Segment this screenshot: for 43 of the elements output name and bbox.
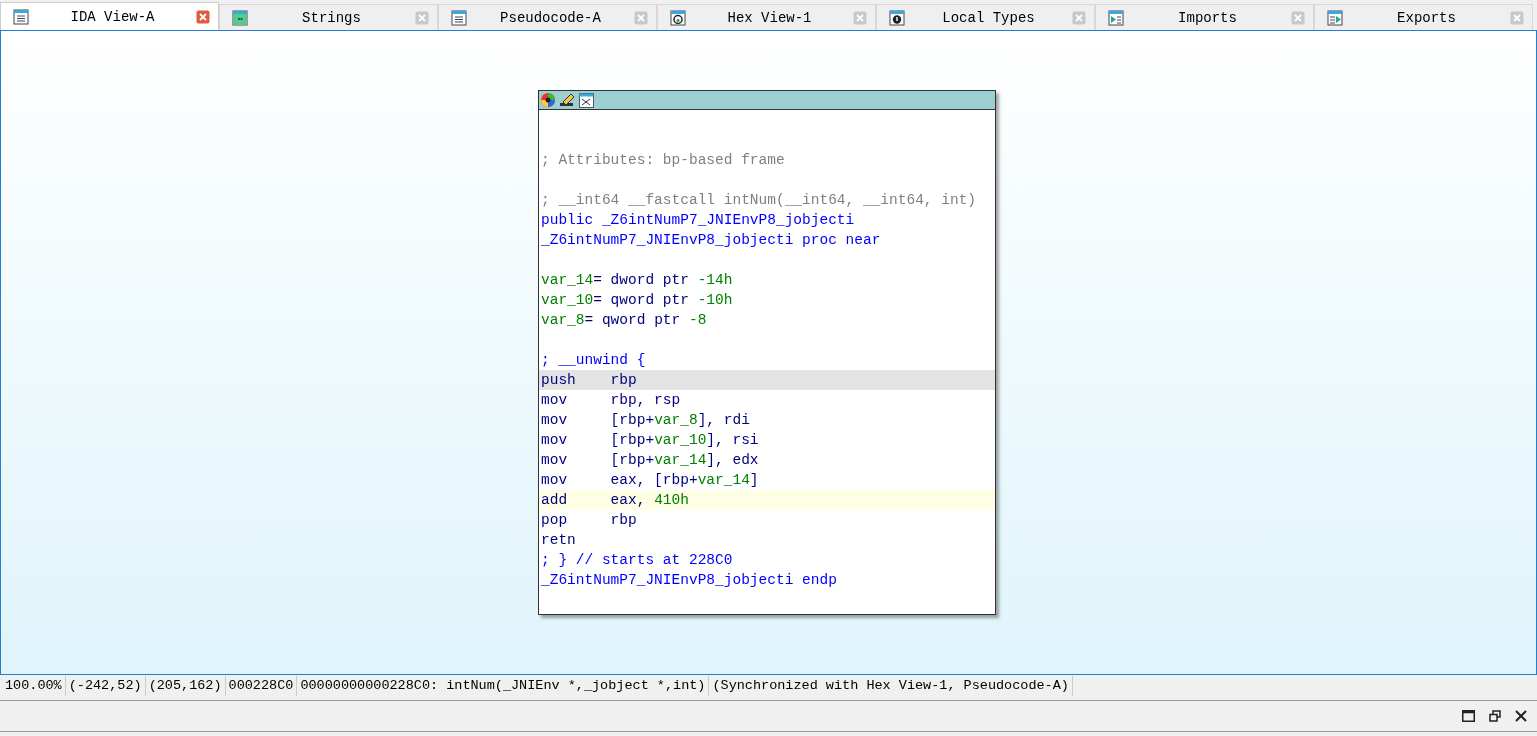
- export-icon: [1327, 9, 1343, 26]
- code-line: var_8= qword ptr -8: [540, 311, 708, 330]
- code-line: mov [rbp+var_10], rsi: [540, 431, 760, 450]
- color-wheel-icon[interactable]: [540, 92, 556, 108]
- status-field: (205,162): [145, 676, 226, 696]
- code-line: var_10= qword ptr -10h: [540, 291, 734, 310]
- code-line: pop rbp: [540, 511, 638, 530]
- hex-icon: [670, 9, 686, 26]
- status-field: (Synchronized with Hex View-1, Pseudocode-A): [709, 676, 1073, 696]
- code-line: ; } // starts at 228C0: [540, 551, 734, 570]
- close-icon[interactable]: [1515, 710, 1527, 722]
- code-line: _Z6intNumP7_JNIEnvP8_jobjecti endp: [540, 571, 838, 590]
- code-line: ; Attributes: bp-based frame: [540, 151, 786, 170]
- status-field: 000228C0: [225, 676, 298, 696]
- restore-icon[interactable]: [1489, 710, 1501, 722]
- code-line: mov rbp, rsp: [540, 391, 682, 410]
- tab[interactable]: Strings: [219, 4, 438, 30]
- tab[interactable]: Local Types: [876, 4, 1095, 30]
- code-line: ; __unwind {: [540, 351, 647, 370]
- tab[interactable]: Exports: [1314, 4, 1533, 30]
- status-field: 00000000000228C0: intNum(_JNIEnv *,_jobject *,int): [297, 676, 710, 696]
- status-field: (-242,52): [65, 676, 146, 696]
- code-line: retn: [540, 531, 577, 550]
- pencil-icon[interactable]: [559, 92, 576, 108]
- tab[interactable]: Pseudocode-A: [438, 4, 657, 30]
- code-line: public _Z6intNumP7_JNIEnvP8_jobjecti: [540, 211, 856, 230]
- list-icon: [451, 9, 467, 26]
- tab[interactable]: Imports: [1095, 4, 1314, 30]
- code-line: mov [rbp+var_8], rdi: [540, 411, 751, 430]
- import-icon: [1108, 9, 1124, 26]
- code-line: ; __int64 __fastcall intNum(__int64, __int64, int): [540, 191, 978, 210]
- info-icon: [889, 9, 905, 26]
- tab[interactable]: IDA View-A: [0, 2, 219, 30]
- tab[interactable]: Hex View-1: [657, 4, 876, 30]
- list-icon: [13, 8, 29, 25]
- code-line: mov eax, [rbp+var_14]: [540, 471, 760, 490]
- code-line: mov [rbp+var_14], edx: [540, 451, 760, 470]
- quote-icon: [232, 9, 248, 26]
- graph-icon[interactable]: [579, 92, 594, 108]
- code-line: var_14= dword ptr -14h: [540, 271, 734, 290]
- maximize-icon[interactable]: [1462, 710, 1475, 722]
- status-field: 100.00%: [2, 676, 66, 696]
- code-line: _Z6intNumP7_JNIEnvP8_jobjecti proc near: [540, 231, 882, 250]
